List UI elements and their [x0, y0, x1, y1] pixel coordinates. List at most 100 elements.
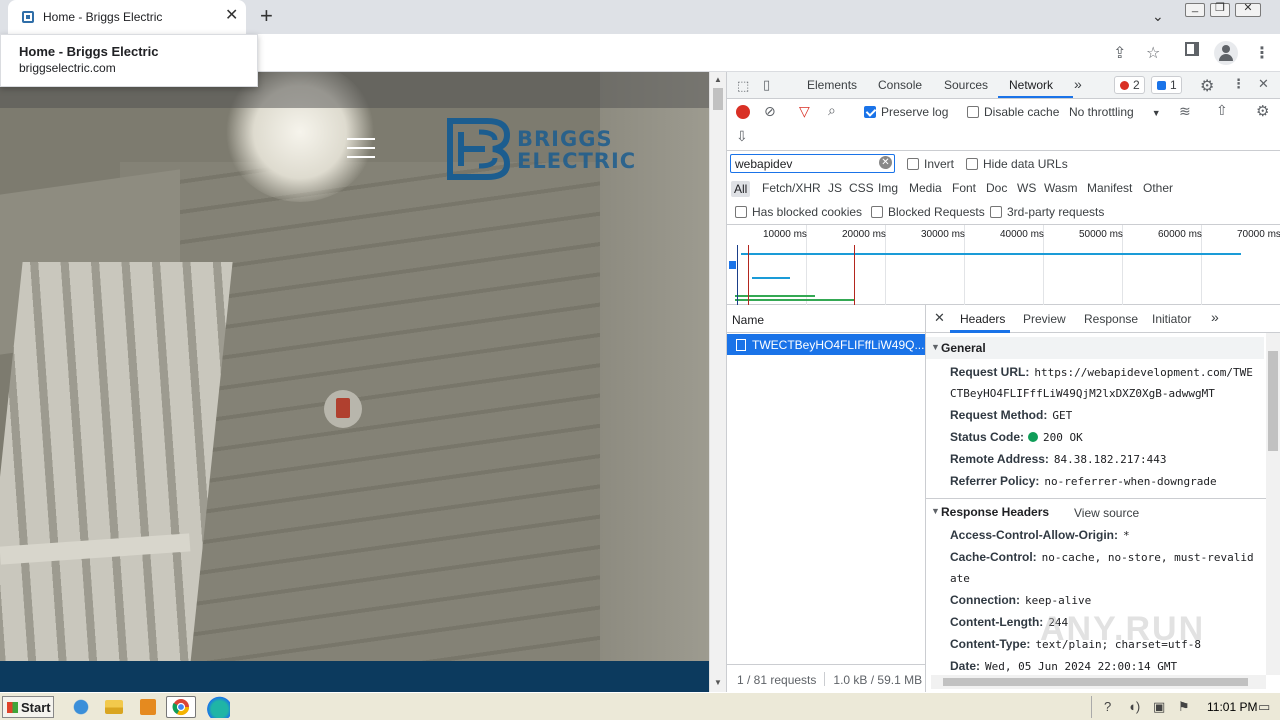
filter-icon[interactable]: ▽ [799, 103, 810, 120]
share-icon[interactable]: ⇪ [1113, 43, 1126, 63]
search-icon[interactable]: ⌕ [828, 102, 836, 119]
network-overview[interactable]: 10000 ms 20000 ms 30000 ms 40000 ms 5000… [727, 225, 1280, 305]
preserve-log-checkbox[interactable]: Preserve log [864, 105, 948, 119]
load-event-line [854, 245, 855, 305]
tab-initiator[interactable]: Initiator [1152, 312, 1191, 326]
tab-console[interactable]: Console [878, 78, 922, 92]
explorer-taskbar-icon[interactable] [105, 700, 123, 714]
bookmark-star-icon[interactable]: ☆ [1146, 43, 1160, 63]
document-icon [736, 339, 746, 351]
record-button[interactable] [736, 105, 750, 119]
overview-bar [752, 277, 790, 279]
view-source-link[interactable]: View source [1074, 506, 1139, 520]
network-toolbar: ⊘ ▽ ⌕ Preserve log Disable cache No thro… [727, 99, 1280, 151]
has-blocked-cookies-checkbox[interactable]: Has blocked cookies [735, 205, 862, 219]
network-settings-icon[interactable]: ⚙ [1256, 102, 1269, 120]
more-detail-tabs-icon[interactable]: » [1211, 309, 1219, 325]
network-tray-icon[interactable]: ▣ [1153, 699, 1165, 715]
type-filter-img[interactable]: Img [878, 181, 898, 195]
type-filter-fetch-xhr[interactable]: Fetch/XHR [762, 181, 821, 195]
messages-badge[interactable]: 1 [1151, 76, 1182, 94]
close-details-icon[interactable]: ✕ [934, 310, 945, 326]
disable-cache-checkbox[interactable]: Disable cache [967, 105, 1059, 119]
briggs-logo-icon[interactable] [447, 118, 511, 180]
tab-preview[interactable]: Preview [1023, 312, 1066, 326]
network-conditions-icon[interactable]: ≋ [1179, 103, 1191, 120]
chrome-taskbar-icon[interactable] [166, 696, 196, 718]
new-tab-button[interactable]: + [260, 5, 273, 27]
clear-icon[interactable]: ⊘ [764, 103, 776, 120]
tab-close-icon[interactable]: ✕ [225, 7, 238, 25]
minimize-button[interactable]: _ [1185, 1, 1205, 17]
page-scrollbar-thumb[interactable] [713, 88, 723, 110]
name-column-header[interactable]: Name [727, 305, 926, 333]
page-scrollbar[interactable]: ▲ ▼ [709, 72, 726, 692]
ie-taskbar-icon[interactable] [68, 696, 94, 718]
throttling-select[interactable]: No throttling ▼ [1069, 105, 1161, 119]
hide-data-urls-checkbox[interactable]: Hide data URLs [966, 157, 1068, 171]
blocked-requests-checkbox[interactable]: Blocked Requests [871, 205, 985, 219]
tab-strip: Home - Briggs Electric ✕ + ⌄ _ ❐ ✕ [0, 0, 1280, 34]
device-toolbar-icon[interactable]: ▯ [763, 77, 770, 93]
show-desktop-icon[interactable]: ▭ [1258, 699, 1270, 715]
edge-taskbar-icon[interactable] [204, 696, 230, 718]
type-filter-font[interactable]: Font [952, 181, 976, 195]
overview-bar [735, 299, 855, 301]
devtools-menu-icon[interactable]: ⋮ [1232, 76, 1245, 92]
response-headers-section-header[interactable]: ▼ Response Headers View source [926, 501, 1264, 523]
type-filter-ws[interactable]: WS [1017, 181, 1036, 195]
profile-avatar[interactable] [1214, 41, 1238, 65]
more-tabs-icon[interactable]: » [1074, 76, 1082, 92]
flag-tray-icon[interactable]: ⚑ [1178, 699, 1190, 715]
tab-elements[interactable]: Elements [807, 78, 857, 92]
overview-tick: 10000 ms [763, 229, 807, 240]
windows-logo-icon [7, 702, 18, 713]
overview-tick: 30000 ms [921, 229, 965, 240]
acao-row: Access-Control-Allow-Origin: * [950, 528, 1130, 542]
start-button[interactable]: Start [2, 696, 54, 718]
type-filter-all[interactable]: All [731, 181, 751, 197]
media-player-taskbar-icon[interactable] [140, 699, 156, 715]
tab-response[interactable]: Response [1084, 312, 1138, 326]
type-filter-media[interactable]: Media [909, 181, 942, 195]
tab-network[interactable]: Network [1009, 78, 1053, 92]
request-row[interactable]: TWECTBeyHO4FLIFffLiW49Q... [727, 334, 925, 355]
anyrun-watermark: ANY.RUN [1040, 610, 1206, 648]
invert-checkbox[interactable]: Invert [907, 157, 954, 171]
overview-bar [741, 253, 1241, 255]
overview-tick: 40000 ms [1000, 229, 1044, 240]
type-filter-wasm[interactable]: Wasm [1044, 181, 1078, 195]
filter-input[interactable]: webapidev [730, 154, 895, 173]
browser-tab[interactable]: Home - Briggs Electric ✕ [8, 0, 246, 34]
errors-badge[interactable]: 2 [1114, 76, 1145, 94]
tab-search-icon[interactable]: ⌄ [1152, 8, 1164, 25]
tab-headers[interactable]: Headers [960, 312, 1005, 326]
taskbar-clock[interactable]: 11:01 PM [1207, 700, 1257, 714]
side-panel-icon[interactable] [1185, 42, 1199, 56]
general-section-header[interactable]: ▼ General [926, 337, 1264, 359]
import-har-icon[interactable]: ⇧ [1216, 102, 1228, 119]
type-filter-css[interactable]: CSS [849, 181, 874, 195]
close-devtools-icon[interactable]: ✕ [1258, 76, 1269, 92]
hamburger-menu-icon[interactable] [347, 138, 375, 158]
window-close-button[interactable]: ✕ [1235, 2, 1261, 17]
settings-gear-icon[interactable]: ⚙ [1200, 76, 1214, 96]
type-filter-manifest[interactable]: Manifest [1087, 181, 1132, 195]
type-filter-other[interactable]: Other [1143, 181, 1173, 195]
tab-sources[interactable]: Sources [944, 78, 988, 92]
restore-button[interactable]: ❐ [1210, 2, 1230, 17]
type-filter-doc[interactable]: Doc [986, 181, 1007, 195]
inspect-element-icon[interactable]: ⬚ [737, 78, 749, 94]
volume-icon[interactable]: ◖) [1128, 699, 1140, 714]
clear-filter-icon[interactable]: ✕ [879, 156, 892, 169]
tray-question-icon[interactable]: ? [1104, 699, 1111, 714]
page-footer-bar [0, 661, 709, 692]
details-vertical-scrollbar[interactable] [1266, 333, 1280, 675]
hover-card-url: briggselectric.com [19, 61, 116, 75]
type-filter-js[interactable]: JS [828, 181, 842, 195]
network-summary: 1 / 81 requests 1.0 kB / 59.1 MB [727, 664, 926, 692]
export-har-icon[interactable]: ⇩ [736, 128, 748, 145]
chrome-menu-icon[interactable]: ⋮ [1254, 43, 1270, 63]
details-horizontal-scrollbar[interactable] [931, 675, 1266, 689]
third-party-requests-checkbox[interactable]: 3rd-party requests [990, 205, 1104, 219]
